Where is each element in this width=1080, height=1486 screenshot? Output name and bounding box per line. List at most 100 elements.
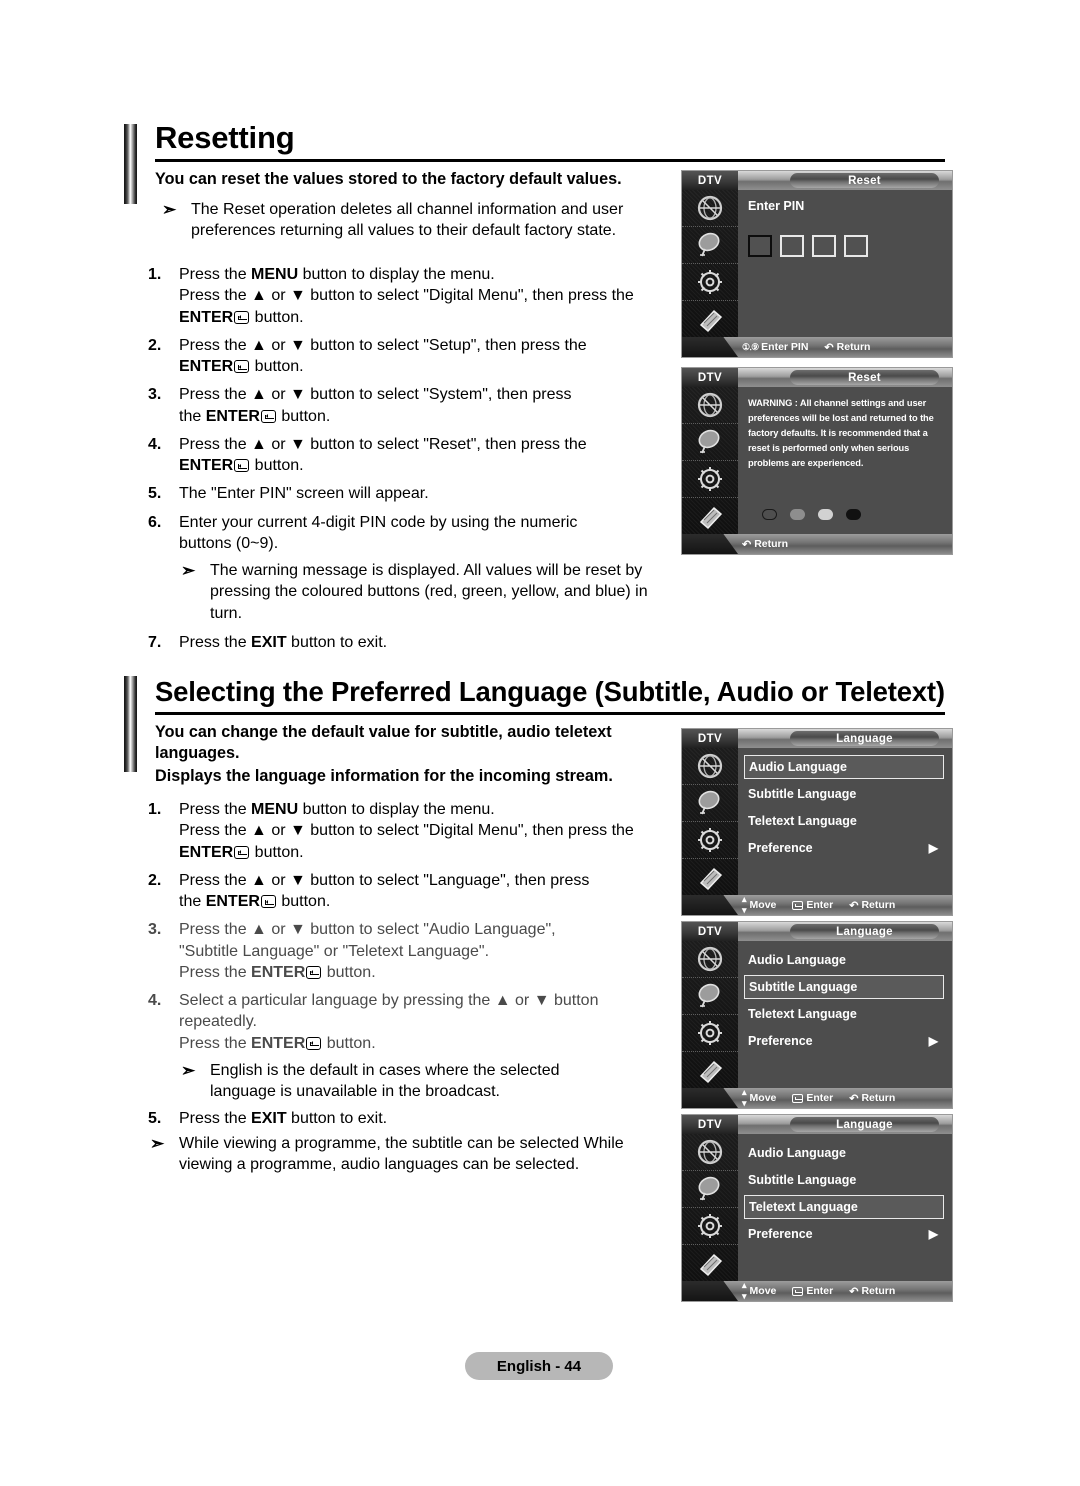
manual-page: Resetting You can reset the values store… [0,0,1080,1486]
gear-setup-icon[interactable] [682,822,738,859]
satellite-dish-icon[interactable] [682,978,738,1015]
colour-button-yellow[interactable] [818,509,833,520]
pin-box[interactable] [748,235,772,257]
menu-item-subtitle-language[interactable]: Subtitle Language [744,975,944,999]
remote-hand-icon[interactable] [682,1052,738,1088]
step-line: "Subtitle Language" or "Teletext Languag… [179,942,490,960]
broadcast-icon[interactable] [682,387,738,424]
footer-hint-enter: Enter [792,1285,833,1297]
step-line: Press the ▲ or ▼ button to select "Langu… [179,871,590,889]
enter-return-icon [792,900,804,910]
note-text: While viewing a programme, the subtitle … [179,1134,624,1173]
menu-item-audio-language[interactable]: Audio Language [744,755,944,779]
colour-button-blue[interactable] [846,509,861,520]
menu-item-subtitle-language[interactable]: Subtitle Language [744,782,944,806]
title-rule [155,711,945,715]
pin-box[interactable] [844,235,868,257]
remote-hand-icon[interactable] [682,498,738,534]
up-down-arrows-icon: ▴ ▾ [742,894,747,915]
step-item: 5. The "Enter PIN" screen will appear. [148,483,678,504]
osd-screen-language-subtitle: DTV Language Audio Language Subtitle Lan… [681,921,953,1109]
osd-header: DTV Language [682,729,952,748]
satellite-dish-icon[interactable] [682,424,738,461]
step-line: Press the ▲ or ▼ button to select "Setup… [179,336,587,354]
step-line: buttons (0~9). [179,534,279,552]
arrow-bullet-icon: ➣ [162,200,177,219]
remote-hand-icon[interactable] [682,1245,738,1281]
satellite-dish-icon[interactable] [682,785,738,822]
gear-setup-icon[interactable] [682,1015,738,1052]
step-body: Press the ▲ or ▼ button to select "Audio… [179,919,678,983]
osd-content: Audio Language Subtitle Language Teletex… [738,748,952,895]
osd-footer: ▴ ▾ Move Enter ↶ Return [682,1280,952,1301]
footer-hint-return: ↶ Return [849,899,895,912]
up-down-arrows-icon: ▴ ▾ [742,1087,747,1108]
step-item: 1. Press the MENU button to display the … [148,264,678,328]
menu-item-label: Teletext Language [749,1200,858,1214]
osd-screen-reset-pin: DTV Reset Enter PIN ①․⑨ Enter PIN ↶ Retu… [681,170,953,358]
step-item: 7. Press the EXIT button to exit. [148,632,678,653]
satellite-dish-icon[interactable] [682,1171,738,1208]
menu-item-preference[interactable]: Preference ▶ [744,1029,944,1053]
enter-return-icon [260,895,276,909]
broadcast-icon[interactable] [682,941,738,978]
osd-source-label: DTV [682,1115,738,1134]
footer-hint-label: Move [749,1092,777,1104]
step-line: Press the ▲ or ▼ button to select "Digit… [179,287,634,305]
footer-hint-label: Enter PIN [761,341,809,353]
gear-setup-icon[interactable] [682,1208,738,1245]
broadcast-icon[interactable] [682,190,738,227]
menu-item-label: Audio Language [748,953,846,967]
satellite-dish-icon[interactable] [682,227,738,264]
pin-box[interactable] [780,235,804,257]
osd-footer: ▴ ▾ Move Enter ↶ Return [682,894,952,915]
osd-sidebar [682,748,738,895]
osd-sidebar [682,941,738,1088]
menu-item-subtitle-language[interactable]: Subtitle Language [744,1168,944,1192]
pin-entry-field[interactable] [748,235,942,257]
footer-hint-return: ↶ Return [824,341,870,354]
step-body: Enter your current 4-digit PIN code by u… [179,512,678,555]
colour-button-red[interactable] [762,509,777,520]
menu-item-preference[interactable]: Preference ▶ [744,836,944,860]
return-arrow-icon: ↶ [849,1092,859,1105]
gear-setup-icon[interactable] [682,461,738,498]
menu-item-audio-language[interactable]: Audio Language [744,1141,944,1165]
step-body: Press the MENU button to display the men… [179,264,678,328]
menu-item-label: Preference [748,1034,813,1048]
chevron-right-icon: ▶ [928,1227,938,1241]
footer-notch [682,534,738,554]
step-number: 7. [148,633,162,651]
footer-hint-label: Return [754,538,789,550]
remote-hand-icon[interactable] [682,301,738,337]
step-line: ENTER button. [179,308,304,326]
osd-source-label: DTV [682,922,738,941]
step-line: ENTER button. [179,843,304,861]
colour-button-green[interactable] [790,509,805,520]
step-number: 5. [148,1110,162,1128]
step-line: Press the ENTER button. [179,1034,376,1052]
gear-setup-icon[interactable] [682,264,738,301]
menu-item-preference[interactable]: Preference ▶ [744,1222,944,1246]
footer-notch [682,895,738,915]
broadcast-icon[interactable] [682,748,738,785]
step-body: Press the EXIT button to exit. [179,1110,388,1128]
step-item: 1. Press the MENU button to display the … [148,799,678,863]
menu-item-audio-language[interactable]: Audio Language [744,948,944,972]
footer-hint-label: Return [861,899,896,911]
osd-body: Enter PIN [682,190,952,337]
menu-item-label: Subtitle Language [749,980,858,994]
menu-item-teletext-language[interactable]: Teletext Language [744,1195,944,1219]
arrow-bullet-icon: ➣ [181,561,196,581]
pin-box[interactable] [812,235,836,257]
enter-return-icon [306,965,322,979]
chevron-right-icon: ▶ [928,1034,938,1048]
broadcast-icon[interactable] [682,1134,738,1171]
menu-item-teletext-language[interactable]: Teletext Language [744,1002,944,1026]
step-item: 4. Select a particular language by press… [148,990,678,1054]
step-item: 2. Press the ▲ or ▼ button to select "Se… [148,335,678,378]
remote-hand-icon[interactable] [682,859,738,895]
menu-item-teletext-language[interactable]: Teletext Language [744,809,944,833]
footer-hint-label: Enter [806,1092,834,1104]
osd-source-label: DTV [682,729,738,748]
